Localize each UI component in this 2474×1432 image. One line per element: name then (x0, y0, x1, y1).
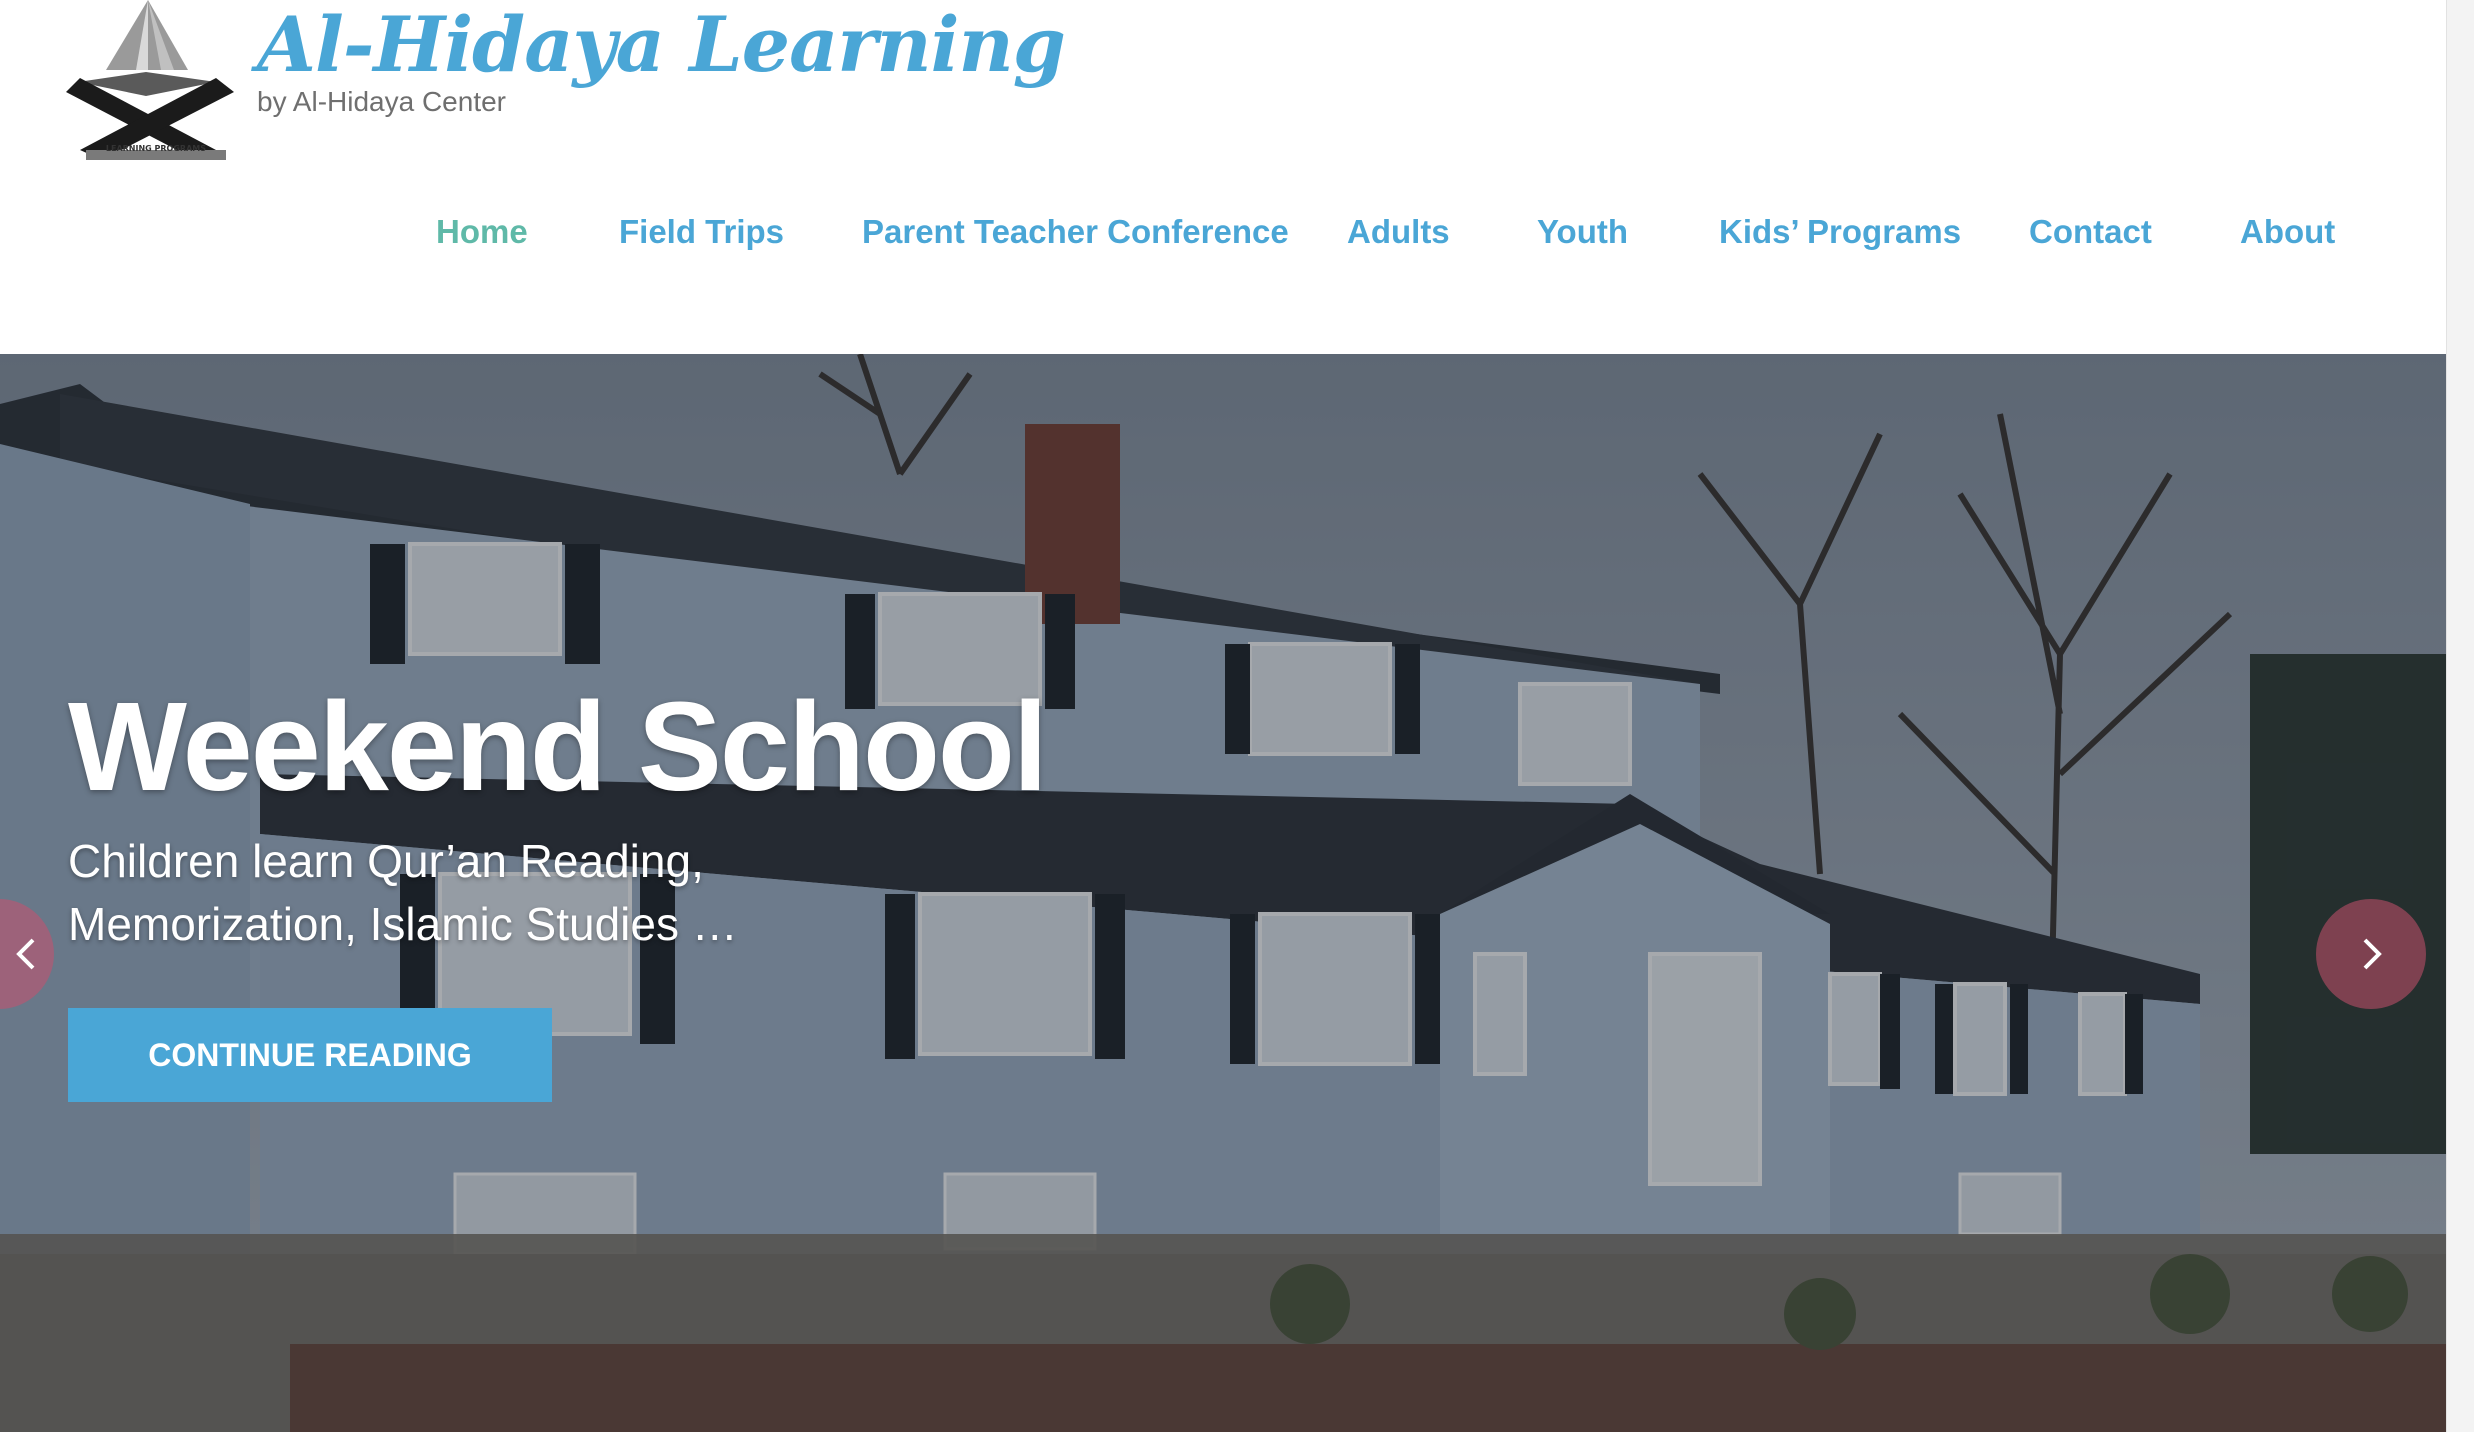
book-logo-icon[interactable]: LEARNING PROGRAMS (66, 0, 236, 170)
logo-text: LEARNING PROGRAMS (106, 144, 206, 153)
nav-contact[interactable]: Contact (2029, 213, 2152, 251)
hero-subtitle-line-1: Children learn Qur’an Reading, (68, 835, 704, 887)
hero-title: Weekend School (68, 676, 1048, 817)
nav-about[interactable]: About (2240, 213, 2335, 251)
nav-parent-teacher-conference[interactable]: Parent Teacher Conference (862, 213, 1289, 251)
hero-slider: Weekend School Children learn Qur’an Rea… (0, 354, 2446, 1432)
chevron-left-icon (16, 938, 35, 970)
chevron-right-icon (2363, 938, 2382, 970)
site-tagline: by Al-Hidaya Center (257, 86, 507, 117)
site-title[interactable]: Al-Hidaya Learning (257, 0, 1066, 89)
site-header: LEARNING PROGRAMS Al-Hidaya Learning by … (0, 0, 2446, 354)
nav-adults[interactable]: Adults (1347, 213, 1450, 251)
main-nav: Home Field Trips Parent Teacher Conferen… (0, 213, 2446, 263)
nav-field-trips[interactable]: Field Trips (619, 213, 784, 251)
hero-subtitle-line-2: Memorization, Islamic Studies … (68, 898, 738, 950)
nav-home[interactable]: Home (436, 213, 528, 251)
slider-next-button[interactable] (2316, 899, 2426, 1009)
nav-youth[interactable]: Youth (1537, 213, 1628, 251)
page-scrollbar[interactable] (2446, 0, 2474, 1432)
nav-kids-programs[interactable]: Kids’ Programs (1719, 213, 1961, 251)
continue-reading-button[interactable]: CONTINUE READING (68, 1008, 552, 1102)
hero-subtitle: Children learn Qur’an Reading, Memorizat… (68, 830, 968, 956)
